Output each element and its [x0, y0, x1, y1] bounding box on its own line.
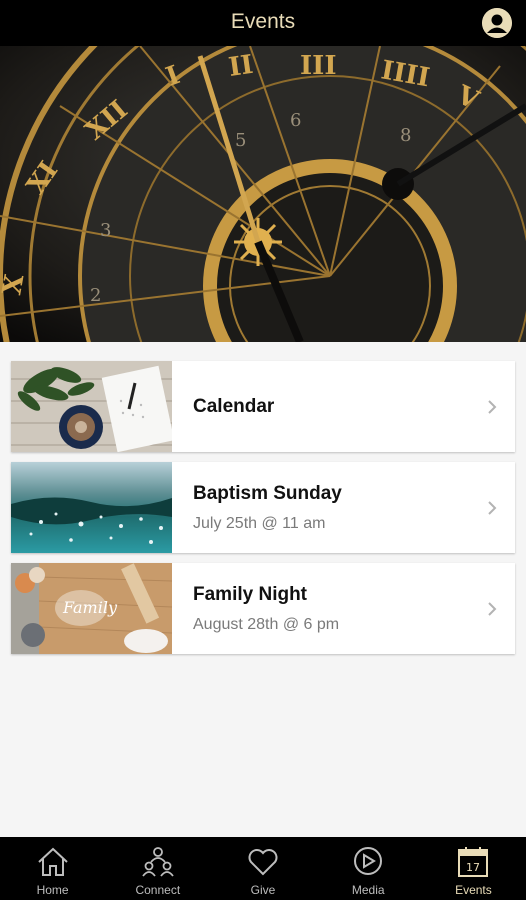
baking-family-photo: Family	[11, 563, 172, 654]
tab-give[interactable]: Give	[210, 837, 315, 900]
event-name: Family Night	[193, 583, 308, 605]
water-splash-photo	[11, 462, 172, 553]
hero-clock-image: XI XII I II III IIII V X 3 2 6 5 8	[0, 46, 526, 342]
chevron-right-icon	[488, 400, 497, 414]
svg-text:8: 8	[400, 125, 411, 146]
event-item-family-night[interactable]: Family Family Night August 28th @ 6 pm	[11, 563, 515, 654]
chevron-right-icon	[488, 501, 497, 515]
app-header: Events	[0, 0, 526, 46]
svg-text:3: 3	[100, 220, 111, 241]
calendar-icon: 17	[458, 847, 489, 877]
page-title: Events	[230, 10, 296, 33]
tab-label: Media	[351, 883, 385, 897]
svg-text:6: 6	[290, 110, 301, 131]
svg-text:Family: Family	[62, 598, 118, 617]
event-name: Baptism Sunday	[193, 482, 342, 504]
svg-text:5: 5	[235, 130, 246, 151]
home-icon	[37, 847, 68, 876]
tab-label: Connect	[135, 883, 181, 897]
profile-icon[interactable]	[482, 8, 512, 38]
tab-label: Give	[250, 883, 276, 897]
heart-icon	[248, 849, 278, 876]
calendar-day: 17	[466, 861, 480, 874]
tab-label: Events	[455, 883, 492, 897]
event-date: August 28th @ 6 pm	[193, 615, 340, 633]
events-list: Calendar Baptism Sunday July 25th @ 11 a…	[11, 361, 515, 664]
event-date: July 25th @ 11 am	[193, 514, 326, 532]
bottom-tab-bar: Home Connect Give Media 17 Events	[0, 837, 526, 900]
tab-connect[interactable]: Connect	[105, 837, 210, 900]
event-item-baptism-sunday[interactable]: Baptism Sunday July 25th @ 11 am	[11, 462, 515, 553]
tab-events[interactable]: 17 Events	[421, 837, 526, 900]
svg-text:2: 2	[90, 285, 101, 306]
notebook-coffee-photo	[11, 361, 172, 452]
tab-home[interactable]: Home	[0, 837, 105, 900]
svg-text:III: III	[300, 51, 337, 81]
tab-label: Home	[36, 883, 69, 897]
play-icon	[354, 847, 383, 875]
event-item-calendar[interactable]: Calendar	[11, 361, 515, 452]
event-name: Calendar	[193, 395, 275, 417]
chevron-right-icon	[488, 602, 497, 616]
connect-icon	[142, 847, 174, 877]
tab-media[interactable]: Media	[316, 837, 421, 900]
svg-text:II: II	[227, 50, 255, 83]
